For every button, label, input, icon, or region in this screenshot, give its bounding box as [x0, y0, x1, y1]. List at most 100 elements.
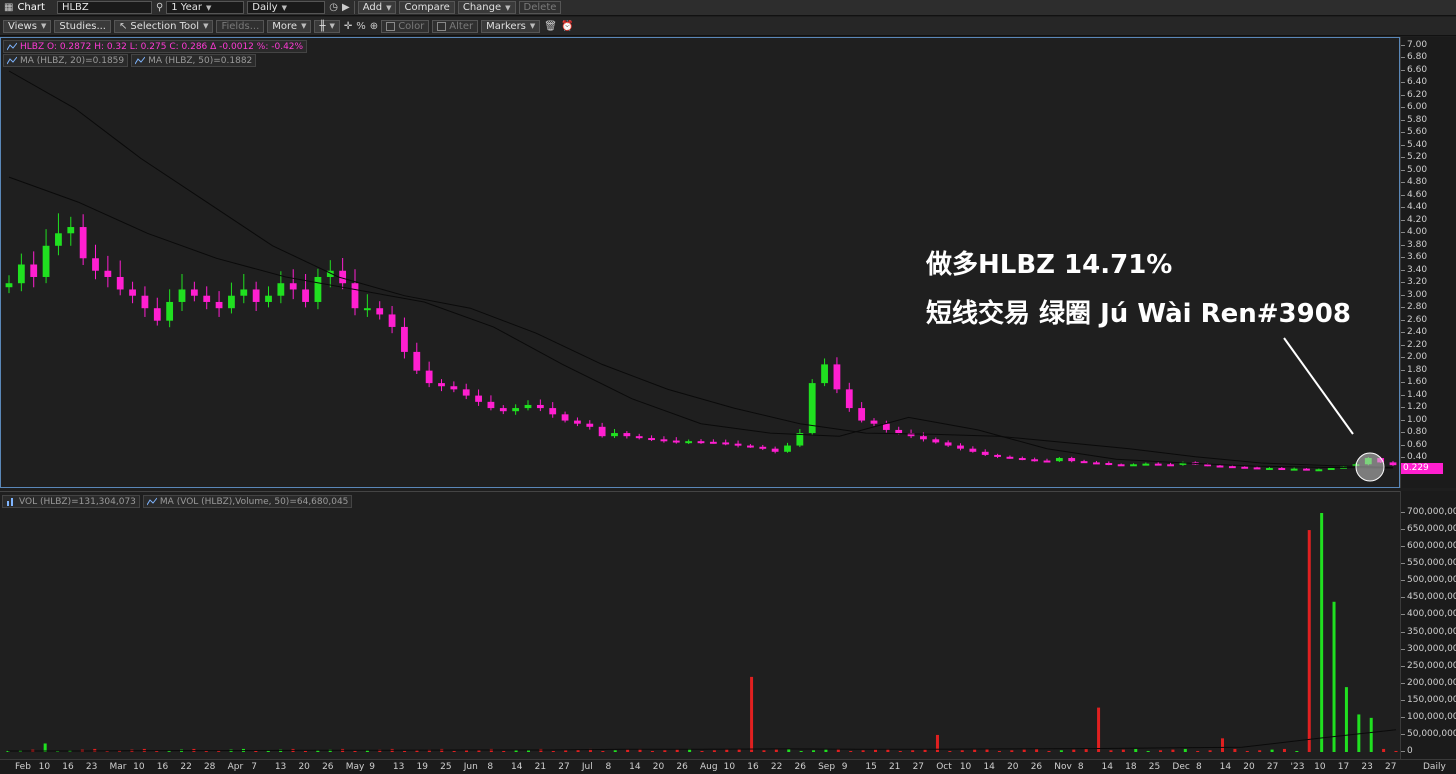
search-icon[interactable]: ⚲ [156, 2, 163, 13]
price-candle [635, 433, 643, 440]
date-tick-label: 10 [1314, 762, 1326, 772]
volume-bar [1295, 750, 1299, 752]
annotation-circle [1355, 452, 1385, 482]
date-tick-label: 20 [298, 762, 310, 772]
percent-toggle[interactable]: % [356, 21, 366, 32]
date-tick-label: Oct [936, 762, 952, 772]
change-button[interactable]: Change ▼ [457, 1, 516, 14]
price-tick-label: 6.00 [1400, 102, 1428, 113]
price-candle [1179, 461, 1187, 466]
volume-tick-label: 600,000,000 [1400, 542, 1456, 551]
chart-type-button[interactable]: ╫ ▼ [314, 19, 340, 33]
price-chart-canvas[interactable] [1, 38, 1399, 487]
price-candle [524, 400, 532, 411]
price-tick-label: 3.80 [1400, 239, 1428, 250]
trash-icon[interactable]: 🗑 [544, 21, 557, 32]
price-candle [314, 268, 322, 310]
play-icon[interactable]: ▶ [342, 2, 350, 13]
alarm-icon[interactable]: ⏰ [561, 21, 573, 32]
date-tick-label: May [345, 762, 365, 772]
more-button[interactable]: More ▼ [267, 19, 312, 33]
date-tick-label: 16 [156, 762, 169, 772]
date-tick-label: 22 [180, 762, 192, 772]
volume-bar [874, 749, 877, 752]
volume-chart-canvas[interactable] [0, 492, 1400, 760]
price-candle [5, 275, 13, 294]
volume-axis[interactable]: 700,000,000 650,000,000 600,000,000 550,000… [1400, 491, 1456, 759]
date-tick-label: 27 [1266, 762, 1279, 772]
studies-button[interactable]: Studies... [54, 19, 111, 33]
price-candle [1154, 462, 1162, 466]
volume-bar [948, 750, 952, 752]
date-tick-label: 10 [959, 762, 972, 772]
price-chart-panel[interactable]: HLBZ O: 0.2872 H: 0.32 L: 0.275 C: 0.286… [0, 37, 1400, 488]
window-title-bar: ▦ Chart HLBZ ⚲ 1 Year ▼ Daily ▼ ◷ ▶ Add ▼ C… [0, 0, 1456, 16]
date-tick-label: 19 [416, 762, 428, 772]
legend-volume-ma[interactable]: MA (VOL (HLBZ),Volume, 50)=64,680,045 [142, 495, 353, 508]
color-button[interactable]: Color [381, 19, 430, 33]
date-tick-label: 14 [1219, 762, 1232, 772]
markers-button[interactable]: Markers ▼ [481, 19, 541, 33]
volume-bar [774, 749, 778, 752]
views-button[interactable]: Views ▼ [3, 19, 52, 33]
date-tick-label: 20 [652, 762, 665, 772]
price-tick-label: 5.40 [1400, 139, 1428, 150]
price-tick-label: 5.00 [1400, 164, 1428, 175]
delete-button[interactable]: Delete [518, 1, 562, 14]
compare-button[interactable]: Compare [399, 1, 455, 14]
chart-toolbar: Views ▼ Studies... ↖ Selection Tool ▼ Field… [0, 17, 1456, 36]
volume-bar [700, 750, 704, 752]
date-tick-label: 18 [1125, 762, 1137, 772]
price-tick-label: 3.60 [1400, 252, 1428, 263]
fields-button[interactable]: Fields... [216, 19, 265, 33]
legend-quote[interactable]: HLBZ O: 0.2872 H: 0.32 L: 0.275 C: 0.286… [3, 40, 308, 53]
add-button[interactable]: Add ▼ [357, 1, 397, 14]
clock-icon[interactable]: ◷ [329, 2, 338, 13]
date-tick-label: 27 [1385, 762, 1397, 772]
price-candle [685, 439, 693, 445]
volume-tick-label: 450,000,000 [1400, 593, 1456, 602]
interval-select[interactable]: Daily ▼ [247, 1, 326, 14]
date-tick-label: 22 [770, 762, 783, 772]
selection-tool-button[interactable]: ↖ Selection Tool ▼ [113, 19, 214, 33]
legend-volume[interactable]: VOL (HLBZ)=131,304,073 [2, 495, 140, 508]
price-candle [957, 443, 964, 451]
volume-bar [650, 750, 654, 752]
volume-bar [1035, 748, 1039, 752]
price-tick-label: 0.40 [1400, 452, 1428, 463]
date-tick-label: 16 [747, 762, 759, 772]
crosshair-icon[interactable]: ✛ [344, 21, 352, 32]
price-tick-label: 1.40 [1400, 389, 1428, 400]
alter-button[interactable]: Alter [432, 19, 479, 33]
price-candle [944, 440, 952, 448]
price-candle [141, 286, 149, 317]
price-candle [116, 260, 124, 296]
volume-chart-panel[interactable]: VOL (HLBZ)=131,304,073 MA (VOL (HLBZ),Vo… [0, 491, 1400, 759]
volume-legend: VOL (HLBZ)=131,304,073 MA (VOL (HLBZ),Vo… [2, 495, 353, 508]
date-tick-label: 13 [392, 762, 405, 772]
volume-bar [303, 750, 307, 752]
price-tick-label: 2.40 [1400, 327, 1428, 338]
period-select[interactable]: 1 Year ▼ [166, 1, 245, 14]
price-axis[interactable]: 7.00 6.80 6.60 6.40 6.20 6.00 5.80 5.60 5.40 5.20… [1400, 37, 1456, 488]
price-candle [178, 273, 186, 312]
volume-bar [1109, 750, 1113, 752]
price-candle [870, 418, 878, 427]
legend-ma20[interactable]: MA (HLBZ, 20)=0.1859 [3, 54, 129, 67]
volume-bar [514, 750, 518, 752]
symbol-input[interactable]: HLBZ [56, 1, 152, 14]
price-candle [648, 435, 655, 442]
price-tick-label: 1.20 [1400, 402, 1428, 413]
price-candle [153, 297, 161, 326]
volume-bar [1010, 750, 1014, 752]
volume-bar [1208, 750, 1212, 752]
date-tick-label: 25 [1148, 762, 1161, 772]
price-candle [252, 281, 260, 312]
legend-ma50[interactable]: MA (HLBZ, 50)=0.1882 [131, 54, 257, 67]
volume-bar [762, 750, 766, 752]
volume-bar [403, 750, 407, 752]
date-tick-label: 8 [1196, 762, 1202, 772]
date-axis[interactable]: Daily Feb 10 16 23 Mar 10 16 22 28 Apr 7 13 20 26 May 9… [0, 759, 1456, 774]
volume-bar [1270, 749, 1274, 752]
zoom-icon[interactable]: ⊕ [370, 21, 378, 32]
